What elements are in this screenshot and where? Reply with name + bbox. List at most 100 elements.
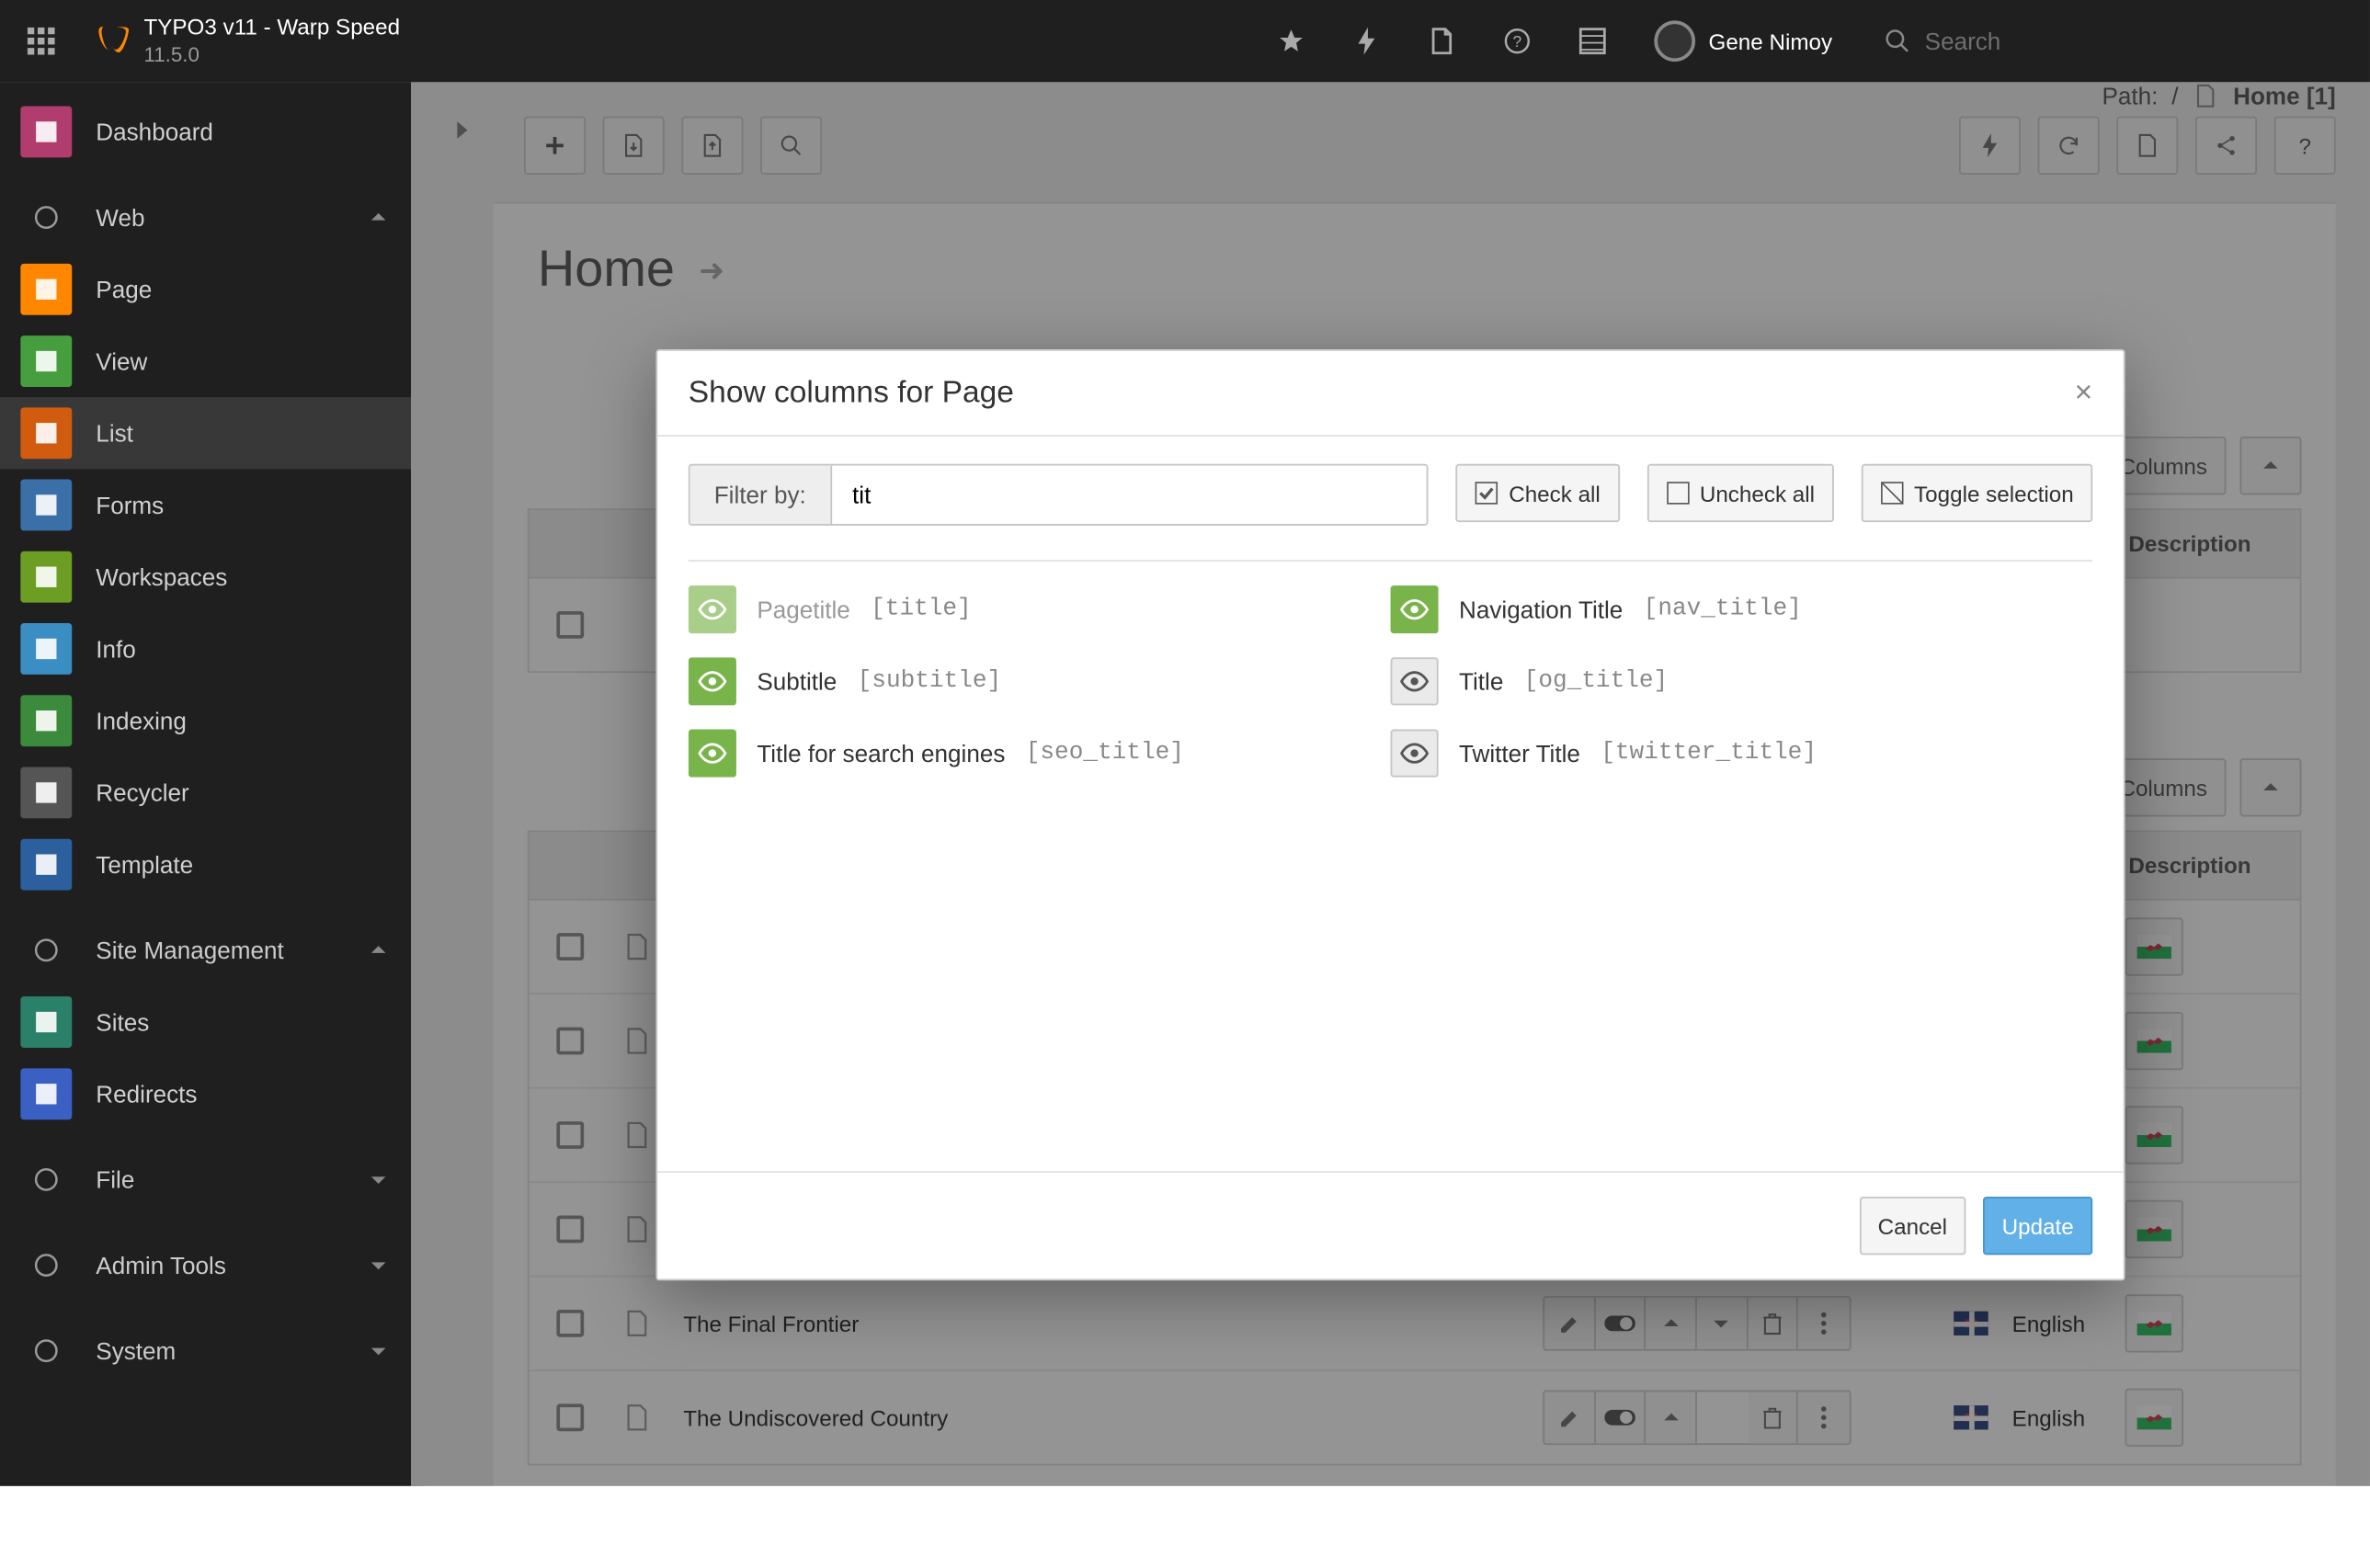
system-info[interactable]: TYPO3 v11 - Warp Speed 11.5.0 [143,15,400,68]
page-icon [20,264,72,315]
module-menu: Dashboard Web PageView List Forms Workspaces I… [0,82,411,1485]
uncheck-all-button[interactable]: Uncheck all [1646,464,1833,522]
user-menu[interactable]: Gene Nimoy [1630,0,1856,82]
visibility-toggle[interactable] [689,657,736,705]
close-icon[interactable]: × [2075,375,2093,411]
visibility-toggle[interactable] [689,585,736,633]
toggle-selection-button[interactable]: Toggle selection [1861,464,2092,522]
update-button[interactable]: Update [1983,1197,2092,1255]
checkbox-empty-icon [1666,481,1690,505]
column-label: Pagetitle [757,596,849,623]
chevron-down-icon [370,1342,387,1359]
sidebar-item-web[interactable]: Web [0,181,411,253]
sidebar-item-page[interactable]: Page [0,254,411,325]
modal-title: Show columns for Page [689,375,1014,411]
modules-grid-button[interactable] [0,0,82,82]
sidebar-item-label: Redirects [96,1080,197,1108]
filter-input[interactable] [832,466,1427,524]
sidebar-item-label: File [96,1165,134,1193]
sites-icon [20,996,72,1048]
sidebar-item-label: System [96,1337,176,1365]
sidebar-item-label: Dashboard [96,119,213,146]
sidebar-item-system[interactable]: System [0,1315,411,1387]
checkbox-checked-icon [1475,481,1498,505]
column-label: Title [1459,667,1503,695]
help-icon[interactable]: ? [1479,0,1555,82]
sidebar-item-info[interactable]: Info [0,613,411,685]
column-option[interactable]: Title [og_title] [1391,657,2093,705]
sidebar-item-label: Info [96,635,136,663]
sidebar-item-label: Template [96,851,193,879]
visibility-toggle[interactable] [1391,730,1439,778]
template-icon [20,839,72,891]
sidebar-item-label: Site Management [96,937,283,964]
chevron-up-icon [370,209,387,226]
column-code: [subtitle] [858,667,1001,695]
chevron-up-icon [370,941,387,959]
cancel-button[interactable]: Cancel [1859,1197,1966,1255]
chevron-down-icon [370,1256,387,1274]
topbar: TYPO3 v11 - Warp Speed 11.5.0 ? Gene Nim… [0,0,2370,82]
system-version: 11.5.0 [143,42,400,68]
document-icon[interactable] [1404,0,1479,82]
sidebar-item-sites[interactable]: Sites [0,986,411,1058]
column-code: [title] [871,596,972,623]
sidebar-item-admintools[interactable]: Admin Tools [0,1229,411,1301]
workspaces-icon [20,551,72,603]
avatar-icon [1654,20,1695,62]
column-code: [seo_title] [1026,740,1184,767]
show-columns-modal: Show columns for Page × Filter by: Check… [655,349,2125,1280]
visibility-toggle[interactable] [1391,657,1439,705]
visibility-toggle[interactable] [689,730,736,778]
sidebar-item-sitemgmt[interactable]: Site Management [0,915,411,986]
dashboard-icon [20,106,72,157]
column-label: Title for search engines [757,740,1005,767]
search-icon [1884,28,1911,55]
system-icon [20,1325,72,1377]
column-code: [og_title] [1524,667,1668,695]
sidebar-item-label: List [96,419,133,447]
info-icon [20,623,72,675]
search-input[interactable] [1925,28,2268,55]
check-all-button[interactable]: Check all [1455,464,1619,522]
sidebar-item-list[interactable]: List [0,397,411,469]
column-code: [nav_title] [1644,596,1802,623]
column-option[interactable]: Twitter Title [twitter_title] [1391,730,2093,778]
typo3-logo-icon [82,0,143,82]
recycler-icon [20,767,72,818]
column-option[interactable]: Title for search engines [seo_title] [689,730,1391,778]
forms-icon [20,480,72,531]
sidebar-item-indexing[interactable]: Indexing [0,685,411,756]
sidebar-item-label: Indexing [96,707,187,734]
sidebar-item-recycler[interactable]: Recycler [0,756,411,828]
sidebar-item-label: Web [96,204,144,232]
sidebar-item-label: Workspaces [96,563,227,591]
sitemgmt-icon [20,925,72,976]
application-info-icon[interactable] [1555,0,1630,82]
sidebar-item-file[interactable]: File [0,1143,411,1215]
sidebar-item-label: Admin Tools [96,1252,226,1279]
sidebar-item-view[interactable]: View [0,325,411,397]
chevron-down-icon [370,1171,387,1188]
sidebar-item-template[interactable]: Template [0,829,411,901]
sidebar-item-redirects[interactable]: Redirects [0,1058,411,1130]
bookmark-icon[interactable] [1253,0,1328,82]
list-icon [20,407,72,459]
column-option[interactable]: Navigation Title [nav_title] [1391,585,2093,633]
cache-icon[interactable] [1328,0,1404,82]
sidebar-item-forms[interactable]: Forms [0,469,411,540]
column-option[interactable]: Pagetitle [title] [689,585,1391,633]
redirects-icon [20,1068,72,1119]
column-label: Twitter Title [1459,740,1580,767]
content-area: Path: / Home [1] ? Home ➜ [411,82,2370,1485]
column-option[interactable]: Subtitle [subtitle] [689,657,1391,705]
file-icon [20,1153,72,1205]
visibility-toggle[interactable] [1391,585,1439,633]
sidebar-item-workspaces[interactable]: Workspaces [0,541,411,613]
system-name: TYPO3 v11 - Warp Speed [143,15,400,42]
indexing-icon [20,695,72,746]
sidebar-item-dashboard[interactable]: Dashboard [0,96,411,167]
column-code: [twitter_title] [1601,740,1817,767]
modal-backdrop[interactable]: Show columns for Page × Filter by: Check… [411,82,2370,1485]
global-search[interactable] [1856,0,2370,82]
